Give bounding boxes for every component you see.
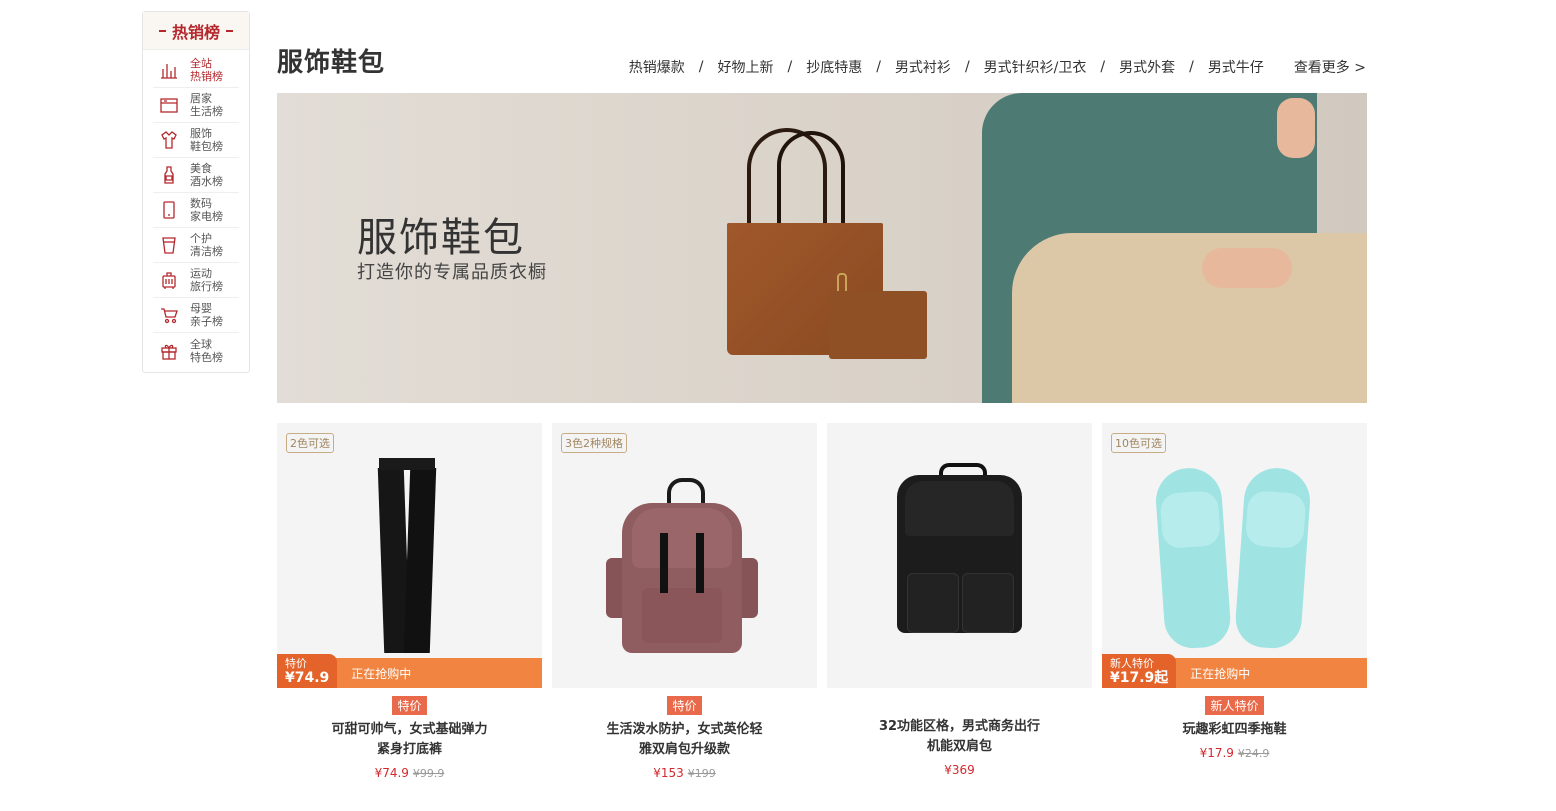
product-name[interactable]: 玩趣彩虹四季拖鞋 [1102, 720, 1367, 740]
promo-bar: 新人特价 ¥17.9起 正在抢购中 [1102, 654, 1367, 688]
sidebar-item-home[interactable]: 居家 生活榜 [153, 88, 239, 123]
promo-bar: 特价 ¥74.9 正在抢购中 [277, 654, 542, 688]
bar-chart-icon [158, 59, 180, 81]
promo-label: 特价 [285, 657, 307, 670]
nav-mens-knitwear[interactable]: 男式针织衫/卫衣 [984, 57, 1087, 77]
product-name[interactable]: 生活泼水防护，女式英伦轻 雅双肩包升级款 [552, 720, 817, 760]
view-more-link[interactable]: 查看更多 > [1294, 57, 1366, 77]
stroller-icon [158, 304, 180, 326]
sidebar-item-label: 美食 酒水榜 [190, 162, 223, 188]
sidebar-item-food[interactable]: 美食 酒水榜 [153, 158, 239, 193]
product-price: ¥74.9 ¥99.9 [277, 766, 542, 780]
product-image[interactable]: 3色2种规格 [552, 423, 817, 688]
sidebar-item-global[interactable]: 全球 特色榜 [153, 333, 239, 368]
product-name[interactable]: 可甜可帅气，女式基础弹力 紧身打底裤 [277, 720, 542, 760]
discount-badge: 特价 [392, 696, 427, 715]
pouch-image [829, 291, 927, 359]
promo-label: 新人特价 [1110, 657, 1154, 670]
product-card[interactable]: 10色可选 新人特价 ¥17.9起 正在抢购中 新人特价 玩趣彩虹四季拖鞋 ¥1… [1102, 423, 1367, 760]
sidebar-item-digital[interactable]: 数码 家电榜 [153, 193, 239, 228]
model-pants-image [1012, 233, 1367, 403]
sidebar-item-label: 居家 生活榜 [190, 92, 223, 118]
promo-status: 正在抢购中 [351, 666, 412, 681]
nav-hot-sales[interactable]: 热销爆款 [629, 57, 685, 77]
nav-separator: / [876, 59, 881, 75]
section-title: 服饰鞋包 [277, 48, 386, 78]
current-price: ¥17.9 [1199, 746, 1234, 760]
original-price: ¥24.9 [1237, 747, 1270, 760]
product-image[interactable]: 10色可选 新人特价 ¥17.9起 正在抢购中 [1102, 423, 1367, 688]
category-nav: 热销爆款 / 好物上新 / 抄底特惠 / 男式衬衫 / 男式针织衫/卫衣 / 男… [629, 57, 1366, 77]
current-price: ¥153 [653, 766, 684, 780]
product-price: ¥17.9 ¥24.9 [1102, 746, 1367, 760]
variant-tag: 3色2种规格 [561, 433, 627, 453]
backpack-image [606, 478, 758, 658]
leggings-image [377, 458, 437, 653]
product-card[interactable]: 2色可选 特价 ¥74.9 正在抢购中 特价 可甜可帅气，女式基础弹力 紧身打底裤… [277, 423, 542, 780]
nav-mens-jackets[interactable]: 男式外套 [1119, 57, 1175, 77]
nav-mens-shirts[interactable]: 男式衬衫 [895, 57, 951, 77]
ranking-sidebar: 热销榜 全站 热销榜 居家 生活榜 服饰 鞋包榜 美食 酒水榜 数码 家电榜 个护 清洁榜 [142, 11, 250, 373]
current-price: ¥74.9 [374, 766, 409, 780]
sidebar-item-baby[interactable]: 母婴 亲子榜 [153, 298, 239, 333]
promo-price: ¥74.9 [285, 670, 330, 686]
sidebar-item-care[interactable]: 个护 清洁榜 [153, 228, 239, 263]
banner-subtitle: 打造你的专属品质衣橱 [357, 262, 547, 283]
nav-bargains[interactable]: 抄底特惠 [806, 57, 862, 77]
product-name[interactable]: 32功能区格，男式商务出行 机能双肩包 [827, 717, 1092, 757]
product-image[interactable] [827, 423, 1092, 688]
product-card[interactable]: 3色2种规格 特价 生活泼水防护，女式英伦轻 雅双肩包升级款 ¥153 ¥199 [552, 423, 817, 780]
clothing-icon [158, 129, 180, 151]
original-price: ¥99.9 [412, 767, 445, 780]
dash-decoration [158, 29, 166, 32]
nav-separator: / [1189, 59, 1194, 75]
dash-decoration [226, 29, 233, 32]
promo-price: ¥17.9起 [1110, 670, 1169, 686]
business-backpack-image [897, 463, 1022, 635]
sidebar-item-label: 全站 热销榜 [190, 57, 223, 83]
model-hand-image [1277, 98, 1315, 158]
product-card[interactable]: - 32功能区格，男式商务出行机能双肩包 ¥369 [827, 423, 1092, 777]
nav-mens-denim[interactable]: 男式牛仔 [1208, 57, 1264, 77]
current-price: ¥369 [944, 763, 975, 777]
sidebar-item-clothing[interactable]: 服饰 鞋包榜 [153, 123, 239, 158]
original-price: ¥199 [687, 767, 716, 780]
sidebar-item-label: 个护 清洁榜 [190, 232, 223, 258]
home-appliance-icon [158, 94, 180, 116]
sidebar-header: 热销榜 [143, 12, 249, 50]
sidebar-title: 热销榜 [171, 22, 220, 42]
nav-separator: / [698, 59, 704, 75]
sidebar-item-label: 母婴 亲子榜 [190, 302, 223, 328]
cup-icon [158, 234, 180, 256]
sidebar-list: 全站 热销榜 居家 生活榜 服饰 鞋包榜 美食 酒水榜 数码 家电榜 个护 清洁榜 运动 旅行… [143, 50, 249, 368]
discount-badge: 特价 [667, 696, 702, 715]
variant-tag: 10色可选 [1111, 433, 1166, 453]
sidebar-item-sports[interactable]: 运动 旅行榜 [153, 263, 239, 298]
slippers-image [1153, 465, 1313, 651]
bottle-icon [158, 164, 180, 186]
product-image[interactable]: 2色可选 特价 ¥74.9 正在抢购中 [277, 423, 542, 688]
phone-icon [158, 199, 180, 221]
banner-title: 服饰鞋包 [357, 215, 525, 261]
category-banner[interactable]: 服饰鞋包 打造你的专属品质衣橱 [277, 93, 1367, 403]
model-hand-image [1202, 248, 1292, 288]
promo-price-box: 特价 ¥74.9 [277, 654, 338, 688]
nav-separator: / [1100, 59, 1106, 75]
sidebar-item-all[interactable]: 全站 热销榜 [153, 53, 239, 88]
luggage-icon [158, 269, 180, 291]
variant-tag: 2色可选 [286, 433, 334, 453]
promo-price-box: 新人特价 ¥17.9起 [1102, 654, 1177, 688]
nav-new-arrivals[interactable]: 好物上新 [718, 57, 774, 77]
sidebar-item-label: 全球 特色榜 [190, 337, 223, 364]
promo-status: 正在抢购中 [1190, 666, 1251, 681]
discount-badge: 新人特价 [1205, 696, 1264, 715]
sidebar-item-label: 服饰 鞋包榜 [190, 127, 223, 153]
sidebar-item-label: 数码 家电榜 [190, 197, 223, 223]
product-price: ¥153 ¥199 [552, 766, 817, 780]
nav-separator: / [964, 59, 970, 75]
nav-separator: / [787, 59, 793, 75]
product-price: ¥369 [827, 763, 1092, 777]
gift-icon [158, 340, 180, 362]
sidebar-item-label: 运动 旅行榜 [190, 267, 223, 293]
